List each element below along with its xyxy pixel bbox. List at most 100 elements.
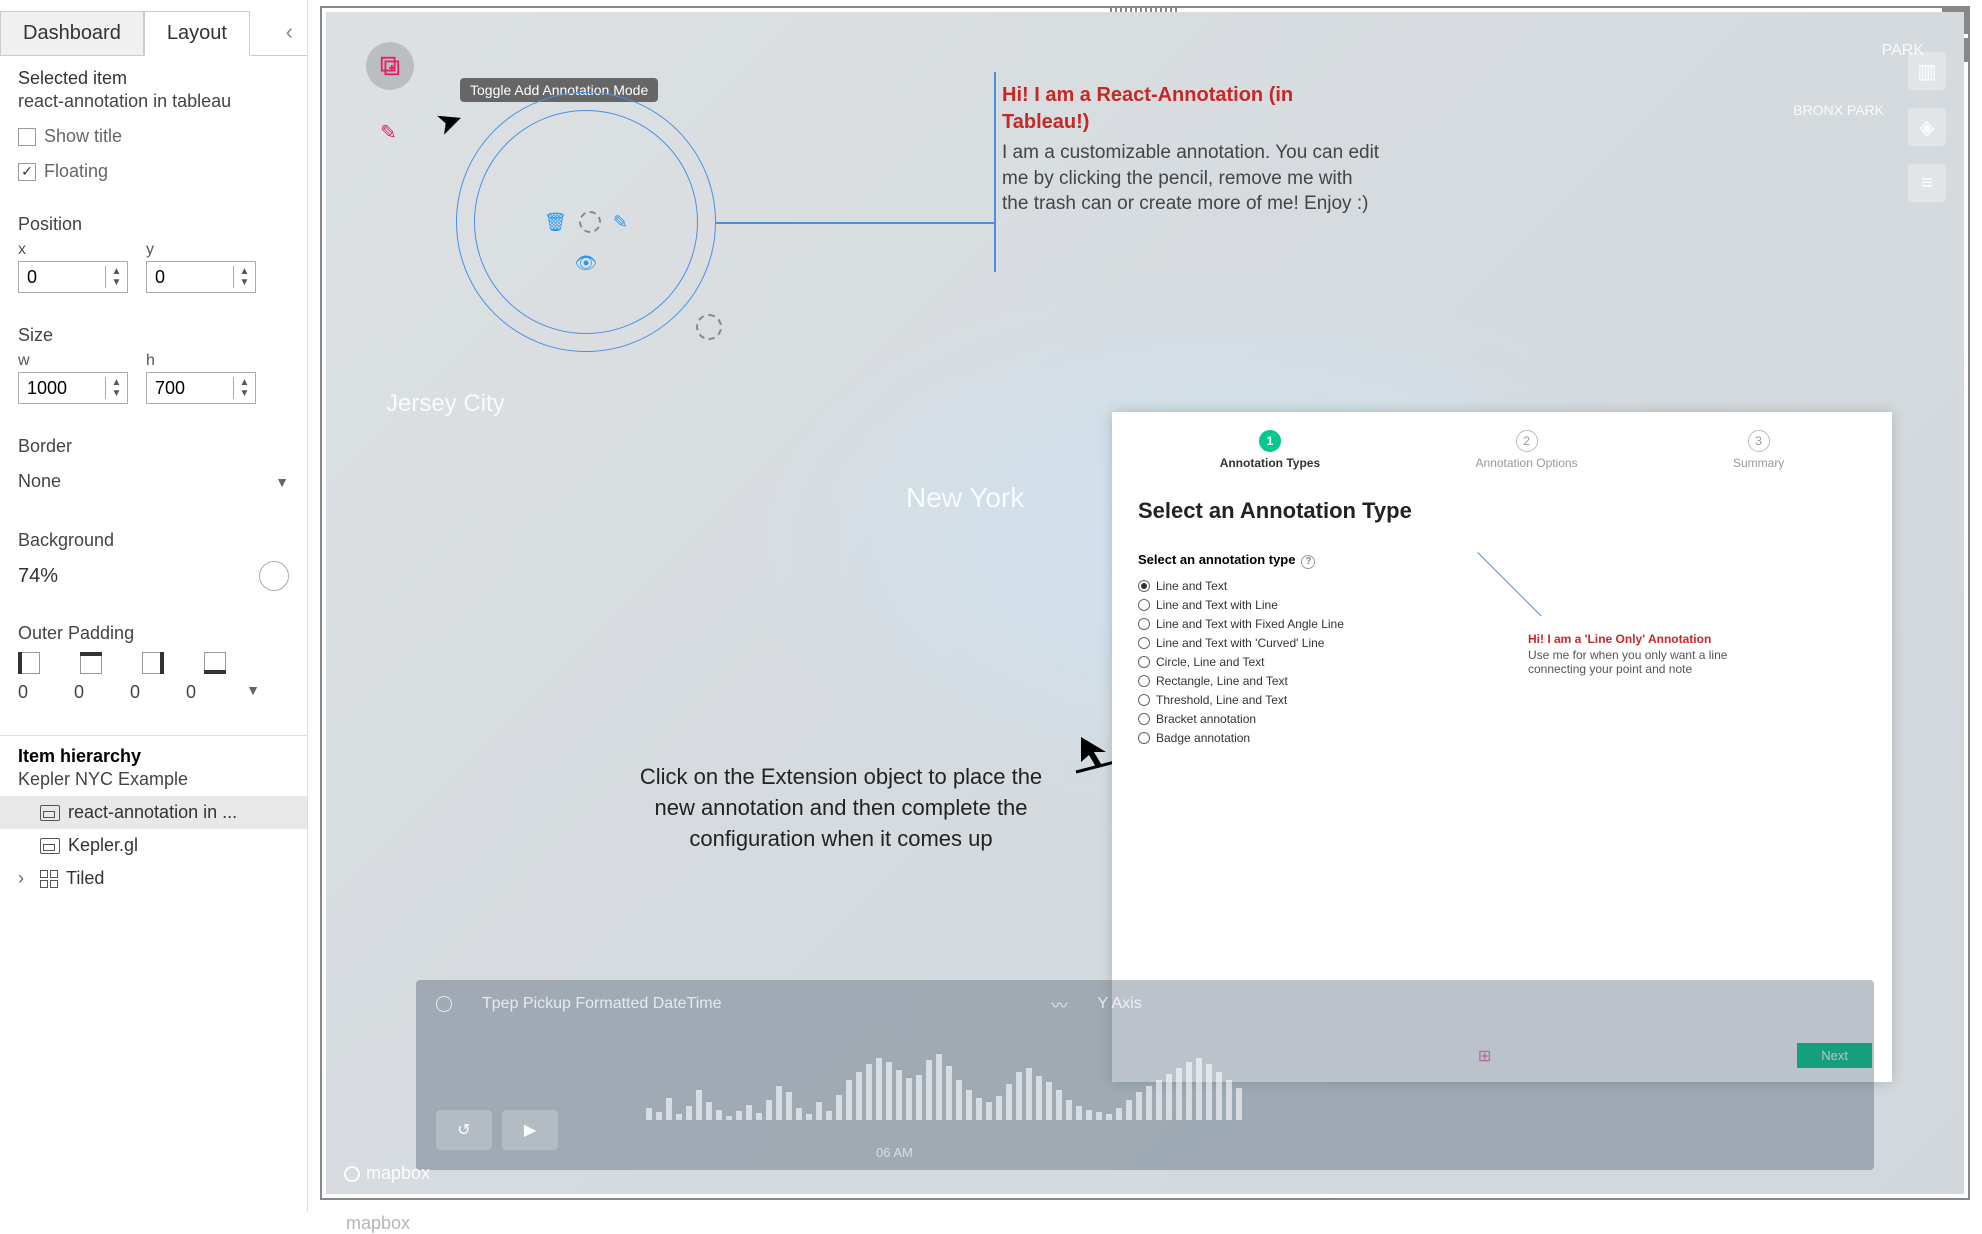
hierarchy-item-0-label: react-annotation in ... bbox=[68, 802, 237, 823]
stepper-up-icon[interactable]: ▲ bbox=[106, 266, 127, 277]
stepper-down-icon[interactable]: ▼ bbox=[234, 277, 255, 288]
hierarchy-item-1-label: Kepler.gl bbox=[68, 835, 138, 856]
radio-badge[interactable]: Badge annotation bbox=[1138, 731, 1438, 745]
wizard-step-2[interactable]: 2Annotation Options bbox=[1476, 430, 1578, 470]
map-label-jersey: Jersey City bbox=[386, 390, 505, 418]
annotation-connector-h bbox=[716, 222, 996, 224]
y-label: y bbox=[146, 241, 256, 259]
extension-icon bbox=[40, 805, 60, 821]
mapbox-logo: mapbox bbox=[344, 1163, 430, 1184]
pad-r: 0 bbox=[130, 682, 140, 703]
demo-title: Hi! I am a 'Line Only' Annotation bbox=[1528, 632, 1728, 646]
padding-dropdown-icon[interactable]: ▼ bbox=[246, 682, 260, 703]
padding-top-icon[interactable] bbox=[80, 652, 102, 674]
pad-b: 0 bbox=[186, 682, 196, 703]
collapse-panel-icon[interactable]: ‹ bbox=[286, 19, 307, 55]
y-input[interactable]: ▲▼ bbox=[146, 261, 256, 293]
timeline-field-2: Y Axis bbox=[1098, 995, 1142, 1013]
stepper-up-icon[interactable]: ▲ bbox=[106, 377, 127, 388]
padding-left-icon[interactable] bbox=[18, 652, 40, 674]
map-label-bronx-park: BRONX PARK bbox=[1793, 102, 1884, 118]
eye-icon[interactable]: 👁 bbox=[575, 253, 598, 274]
wizard-step-1[interactable]: 1Annotation Types bbox=[1220, 430, 1320, 470]
timeline-field-1: Tpep Pickup Formatted DateTime bbox=[482, 995, 722, 1013]
stepper-down-icon[interactable]: ▼ bbox=[106, 277, 127, 288]
wizard-step-3[interactable]: 3Summary bbox=[1733, 430, 1784, 470]
wizard-steps: 1Annotation Types 2Annotation Options 3S… bbox=[1112, 412, 1892, 480]
tiled-icon bbox=[40, 870, 58, 888]
reset-button[interactable]: ↺ bbox=[436, 1110, 492, 1150]
step-1-label: Annotation Types bbox=[1220, 456, 1320, 470]
border-label: Border bbox=[18, 436, 289, 457]
annotation-title: Hi! I am a React-Annotation (in Tableau!… bbox=[1002, 82, 1382, 136]
floating-checkbox[interactable]: ✓ Floating bbox=[18, 161, 289, 182]
annotation-connector-v bbox=[994, 72, 996, 272]
radio-circle[interactable]: Circle, Line and Text bbox=[1138, 655, 1438, 669]
selected-item-section: Selected item react-annotation in tablea… bbox=[0, 56, 307, 194]
edit-pencil-icon[interactable]: ✎ bbox=[613, 212, 628, 233]
trash-icon[interactable]: 🗑 bbox=[544, 212, 567, 233]
radio-line-text-line[interactable]: Line and Text with Line bbox=[1138, 598, 1438, 612]
hierarchy-section: Item hierarchy Kepler NYC Example react-… bbox=[0, 735, 307, 895]
x-value[interactable] bbox=[19, 267, 105, 288]
radio-threshold[interactable]: Threshold, Line and Text bbox=[1138, 693, 1438, 707]
play-button[interactable]: ▶ bbox=[502, 1110, 558, 1150]
hierarchy-item-1[interactable]: Kepler.gl bbox=[0, 829, 307, 862]
w-value[interactable] bbox=[19, 378, 105, 399]
radio-bracket[interactable]: Bracket annotation bbox=[1138, 712, 1438, 726]
tab-dashboard[interactable]: Dashboard bbox=[0, 11, 144, 55]
timeline-histogram[interactable] bbox=[646, 1050, 1854, 1120]
timeline-panel: Tpep Pickup Formatted DateTime 〰 Y Axis … bbox=[416, 980, 1874, 1170]
border-select[interactable]: None ▼ bbox=[18, 465, 289, 498]
hierarchy-root: Kepler NYC Example bbox=[0, 769, 307, 796]
background-color-swatch[interactable] bbox=[259, 561, 289, 591]
help-icon[interactable]: ? bbox=[1301, 555, 1315, 569]
layers-icon[interactable]: ▥ bbox=[1908, 52, 1946, 90]
stepper-down-icon[interactable]: ▼ bbox=[106, 388, 127, 399]
cube-icon[interactable]: ◈ bbox=[1908, 108, 1946, 146]
y-value[interactable] bbox=[147, 267, 233, 288]
demo-body: Use me for when you only want a line con… bbox=[1528, 648, 1728, 676]
h-input[interactable]: ▲▼ bbox=[146, 372, 256, 404]
show-title-label: Show title bbox=[44, 126, 122, 147]
h-value[interactable] bbox=[147, 378, 233, 399]
tab-layout[interactable]: Layout bbox=[144, 11, 250, 56]
annotation-circle[interactable]: 🗑 ✎ 👁 bbox=[456, 92, 716, 352]
dropdown-caret-icon: ▼ bbox=[275, 474, 289, 490]
add-annotation-button[interactable] bbox=[366, 42, 414, 90]
checkbox-icon bbox=[18, 128, 36, 146]
x-input[interactable]: ▲▼ bbox=[18, 261, 128, 293]
stepper-up-icon[interactable]: ▲ bbox=[234, 266, 255, 277]
dashboard-canvas[interactable]: × ▼ PARK BRONX PARK Jersey City New York… bbox=[320, 6, 1970, 1200]
w-input[interactable]: ▲▼ bbox=[18, 372, 128, 404]
position-label: Position bbox=[18, 214, 289, 235]
background-label: Background bbox=[18, 530, 289, 551]
radio-rectangle[interactable]: Rectangle, Line and Text bbox=[1138, 674, 1438, 688]
stepper-down-icon[interactable]: ▼ bbox=[234, 388, 255, 399]
size-section: Size w ▲▼ h ▲▼ bbox=[0, 305, 307, 416]
radio-line-text[interactable]: Line and Text bbox=[1138, 579, 1438, 593]
padding-bottom-icon[interactable] bbox=[204, 652, 226, 674]
list-icon[interactable]: ≡ bbox=[1908, 164, 1946, 202]
tiled-label: Tiled bbox=[66, 868, 104, 889]
padding-right-icon[interactable] bbox=[142, 652, 164, 674]
radio-curved[interactable]: Line and Text with 'Curved' Line bbox=[1138, 636, 1438, 650]
wizard-title: Select an Annotation Type bbox=[1112, 480, 1892, 542]
step-3-label: Summary bbox=[1733, 456, 1784, 470]
plus-icon bbox=[379, 55, 401, 77]
show-title-checkbox[interactable]: Show title bbox=[18, 126, 289, 147]
radio-fixed-angle[interactable]: Line and Text with Fixed Angle Line bbox=[1138, 617, 1438, 631]
map-viewport[interactable]: PARK BRONX PARK Jersey City New York ▥ ◈… bbox=[326, 12, 1964, 1194]
x-label: x bbox=[18, 241, 128, 259]
chevron-right-icon: › bbox=[18, 868, 32, 889]
w-label: w bbox=[18, 352, 128, 370]
instruction-text: Click on the Extension object to place t… bbox=[626, 762, 1056, 854]
step-2-label: Annotation Options bbox=[1476, 456, 1578, 470]
resize-handle-icon[interactable] bbox=[696, 314, 722, 340]
hierarchy-item-0[interactable]: react-annotation in ... bbox=[0, 796, 307, 829]
pencil-icon[interactable]: ✎ bbox=[380, 120, 397, 145]
hierarchy-tiled[interactable]: › Tiled bbox=[0, 862, 307, 895]
stepper-up-icon[interactable]: ▲ bbox=[234, 377, 255, 388]
annotation-body: I am a customizable annotation. You can … bbox=[1002, 140, 1382, 217]
drag-handle-icon[interactable] bbox=[579, 211, 601, 233]
